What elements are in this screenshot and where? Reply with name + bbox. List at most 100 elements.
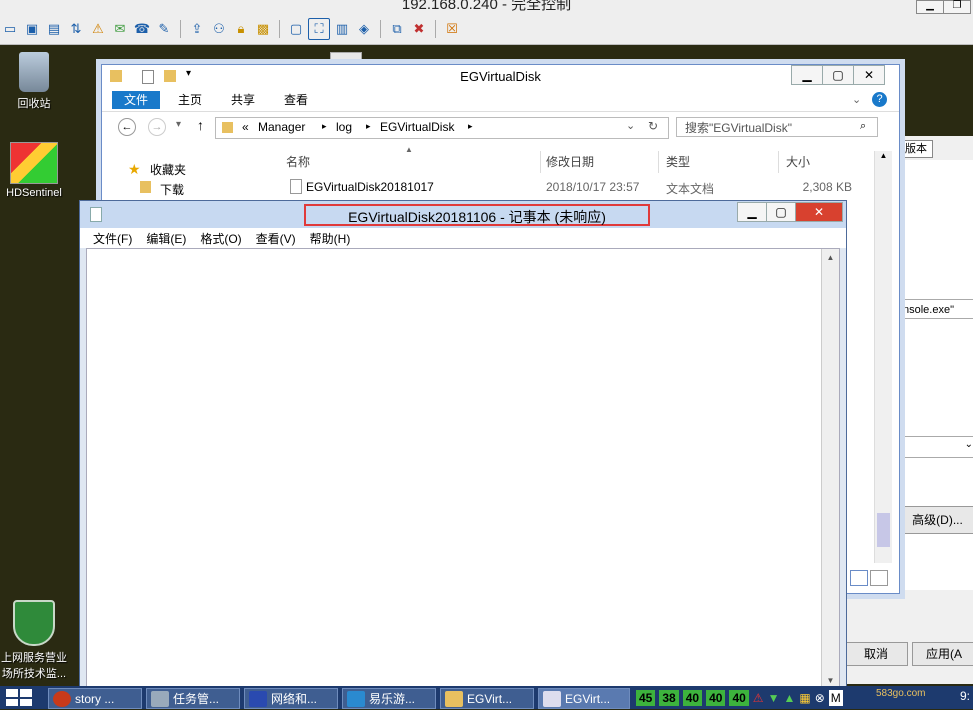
table-row[interactable]: EGVirtualDisk20181017 2018/10/17 23:57 文… [286, 177, 860, 197]
details-view-icon[interactable] [850, 570, 868, 586]
menu-view[interactable]: 查看(V) [256, 230, 296, 247]
chat-icon[interactable]: ✉ [110, 19, 130, 39]
lock-open-icon[interactable]: ▩ [253, 19, 273, 39]
tab-file[interactable]: 文件 [112, 91, 161, 109]
breadcrumb-manager[interactable]: Manager [258, 120, 305, 134]
column-name[interactable]: 名称 [286, 151, 541, 173]
tray-number[interactable]: 45 [636, 689, 656, 706]
message-icon[interactable]: ✎ [154, 19, 174, 39]
lock-icon[interactable]: 🔒︎ [231, 19, 251, 39]
terminal-icon[interactable]: ▤ [44, 19, 64, 39]
scroll-thumb[interactable] [877, 513, 890, 547]
taskbar-item-story[interactable]: story ... [48, 688, 142, 709]
fit-icon[interactable]: ◈ [354, 19, 374, 39]
disconnect-icon[interactable]: ☒ [442, 19, 462, 39]
users-icon[interactable]: ⚇ [209, 19, 229, 39]
chevron-right-icon[interactable]: ▸ [468, 121, 473, 132]
forward-icon[interactable]: → [148, 118, 166, 136]
transfer-icon[interactable]: ⇅ [66, 19, 86, 39]
taskbar-item-network[interactable]: 网络和... [244, 688, 338, 709]
address-bar[interactable]: « Manager ▸ log ▸ EGVirtualDisk ▸ ⌄ ↻ [215, 117, 669, 139]
taskbar-item-egvirt-notepad[interactable]: EGVirt... [538, 688, 630, 709]
search-input[interactable]: 搜索"EGVirtualDisk" [676, 117, 878, 137]
notepad-maximize-button[interactable]: ▢ [766, 202, 796, 222]
tray-close-icon[interactable]: ⊗ [815, 691, 825, 705]
scale-icon[interactable]: ▥ [332, 19, 352, 39]
tab-home[interactable]: 主页 [166, 91, 214, 109]
up-icon[interactable]: ↑ [197, 117, 204, 133]
address-dropdown-icon[interactable]: ⌄ [626, 119, 635, 132]
breadcrumb-log[interactable]: log [336, 120, 352, 134]
tab-share[interactable]: 共享 [219, 91, 267, 109]
screen-icon[interactable]: ▣ [22, 19, 42, 39]
nav-downloads[interactable]: 下载 [160, 181, 184, 198]
tab-view[interactable]: 查看 [272, 91, 320, 109]
dropdown-field[interactable]: ⌄ [899, 436, 973, 458]
tray-number[interactable]: 40 [706, 689, 726, 706]
tray-network-icon[interactable]: ▦ [799, 691, 810, 705]
recent-dropdown-icon[interactable]: ▾ [176, 119, 181, 130]
explorer-scrollbar[interactable]: ▲ [874, 151, 892, 563]
nav-favorites[interactable]: 收藏夹 [150, 161, 186, 178]
tray-ime-indicator[interactable]: M [828, 689, 843, 706]
fullscreen-icon[interactable]: ⛶ [308, 18, 330, 40]
menu-edit[interactable]: 编辑(E) [146, 230, 186, 247]
refresh-icon[interactable]: ↻ [648, 119, 658, 133]
breadcrumb-overflow[interactable]: « [242, 120, 249, 134]
explorer-minimize-button[interactable]: ▁ [791, 65, 823, 85]
hdsentinel-shortcut[interactable]: HDSentinel [0, 142, 74, 199]
column-modified[interactable]: 修改日期 [546, 151, 659, 173]
taskbar-item-task-manager[interactable]: 任务管... [146, 688, 240, 709]
advanced-button[interactable]: 高级(D)... [899, 506, 973, 534]
remote-maximize-button[interactable]: ❐ [943, 0, 971, 14]
tab-version[interactable]: 版本 [899, 140, 933, 158]
scroll-up-icon[interactable]: ▲ [822, 249, 839, 266]
upload-icon[interactable]: ⇪ [187, 19, 207, 39]
windows-start-icon[interactable] [6, 689, 32, 706]
chevron-right-icon[interactable]: ▸ [366, 121, 371, 132]
window-icon[interactable]: ▢ [286, 19, 306, 39]
menu-file[interactable]: 文件(F) [93, 230, 132, 247]
monitor-icon[interactable]: ▭ [0, 19, 20, 39]
search-icon[interactable]: ⌕ [860, 120, 866, 133]
breadcrumb-egvirtualdisk[interactable]: EGVirtualDisk [380, 120, 454, 134]
notepad-minimize-button[interactable]: ▁ [737, 202, 767, 222]
ribbon-expand-icon[interactable]: ⌄ [852, 93, 861, 106]
explorer-maximize-button[interactable]: ▢ [822, 65, 854, 85]
supervision-shortcut[interactable]: 上网服务营业 场所技术监... [0, 600, 74, 681]
back-icon[interactable]: ← [118, 118, 136, 136]
column-size[interactable]: 大小 [786, 151, 860, 173]
thumbnails-view-icon[interactable] [870, 570, 888, 586]
clock[interactable]: 9: [960, 689, 970, 703]
multi-screen-icon[interactable]: ⧉ [387, 19, 407, 39]
explorer-close-button[interactable]: ✕ [853, 65, 885, 85]
cancel-button[interactable]: 取消 [844, 642, 908, 666]
target-field[interactable]: nsole.exe" [899, 299, 973, 319]
tray-number[interactable]: 38 [659, 689, 679, 706]
chevron-right-icon[interactable]: ▸ [322, 121, 327, 132]
taskbar-item-egvirt-folder[interactable]: EGVirt... [440, 688, 534, 709]
tray-alert-icon[interactable]: ⚠ [753, 691, 764, 705]
taskbar-item-yileyou[interactable]: 易乐游... [342, 688, 436, 709]
column-type[interactable]: 类型 [666, 151, 779, 173]
tray-number[interactable]: 40 [682, 689, 703, 706]
tray-shield-icon[interactable]: ▼ [768, 691, 780, 705]
alert-icon[interactable]: ⚠ [88, 19, 108, 39]
notepad-scrollbar[interactable]: ▲ ▼ [821, 249, 839, 689]
tray-number[interactable]: 40 [729, 689, 749, 706]
apply-button[interactable]: 应用(A [912, 642, 973, 666]
tray-app-icon[interactable]: ▲ [783, 691, 795, 705]
file-type: 文本文档 [666, 182, 715, 196]
notepad-close-button[interactable]: ✕ [795, 202, 843, 222]
menu-format[interactable]: 格式(O) [200, 230, 241, 247]
tools-icon[interactable]: ✖ [409, 19, 429, 39]
remote-minimize-button[interactable]: ▁ [916, 0, 944, 14]
menu-help[interactable]: 帮助(H) [310, 230, 351, 247]
task-manager-icon [151, 691, 169, 707]
remote-toolbar: 192.168.0.240 - 完全控制 ▁ ❐ ▭ ▣ ▤ ⇅ ⚠ ✉ ☎ ✎… [0, 0, 973, 45]
scroll-up-icon[interactable]: ▲ [875, 151, 892, 165]
recycle-bin-shortcut[interactable]: 回收站 [0, 52, 74, 111]
notepad-text-area[interactable]: ▲ ▼ [86, 248, 840, 690]
phone-icon[interactable]: ☎ [132, 19, 152, 39]
help-icon[interactable]: ? [872, 92, 887, 107]
